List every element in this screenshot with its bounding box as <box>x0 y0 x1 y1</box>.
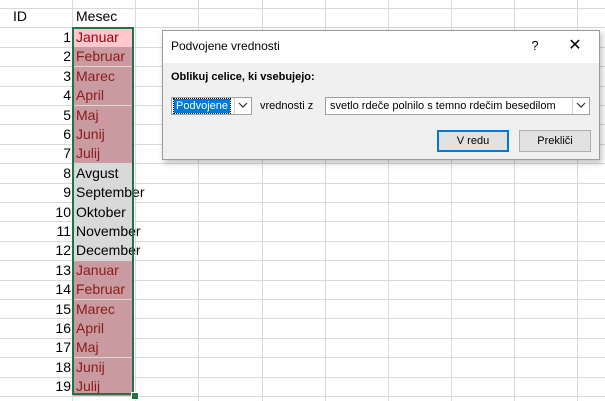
dialog-instruction: Oblikuj celice, ki vsebujejo: <box>171 71 315 83</box>
cell-id[interactable]: 1 <box>0 28 71 47</box>
cell-month[interactable]: Junij <box>73 357 134 377</box>
cell-month[interactable]: December <box>73 241 141 261</box>
format-select-value: svetlo rdeče polnilo s temno rdečim bese… <box>330 100 556 112</box>
cell-month[interactable]: Maj <box>73 338 134 358</box>
table-row: 8 Avgust <box>0 163 605 183</box>
table-row: 10 Oktober <box>0 202 605 222</box>
table-row: 18 Junij <box>0 357 605 377</box>
cell-month[interactable]: April <box>73 86 134 106</box>
cell-id[interactable]: 18 <box>0 358 71 377</box>
cell-id[interactable]: 10 <box>0 203 71 222</box>
chevron-down-icon[interactable] <box>234 98 251 114</box>
table-row: 13 Januar <box>0 260 605 280</box>
cell-id[interactable]: 3 <box>0 67 71 86</box>
cancel-button[interactable]: Prekliči <box>519 130 591 152</box>
cell-month[interactable]: September <box>73 183 144 203</box>
cell-id[interactable]: 6 <box>0 125 71 144</box>
cell-id[interactable]: 8 <box>0 164 71 183</box>
table-row: 19 Julij <box>0 377 605 397</box>
cell-id[interactable]: 4 <box>0 86 71 105</box>
cell-id[interactable]: 11 <box>0 222 71 241</box>
cell-id[interactable]: 15 <box>0 300 71 319</box>
cell-month[interactable]: Februar <box>73 280 134 300</box>
cell-month[interactable]: Januar <box>73 28 134 47</box>
cell-month[interactable]: Junij <box>73 125 134 144</box>
cell-id[interactable]: 9 <box>0 183 71 202</box>
cell-month[interactable]: Julij <box>73 377 134 397</box>
table-row: 14 Februar <box>0 280 605 300</box>
header-mesec[interactable]: Mesec <box>76 8 117 24</box>
cell-id[interactable]: 16 <box>0 319 71 338</box>
fill-handle[interactable] <box>131 392 139 400</box>
header-id[interactable]: ID <box>13 8 27 24</box>
cell-month[interactable]: Julij <box>73 144 134 164</box>
cell-month[interactable]: Januar <box>73 260 134 280</box>
duplicate-type-value: Podvojene <box>173 98 231 114</box>
cell-id[interactable]: 7 <box>0 144 71 163</box>
dialog-titlebar[interactable]: Podvojene vrednosti ? ✕ <box>163 31 599 63</box>
ok-button[interactable]: V redu <box>437 130 509 152</box>
cell-month[interactable]: Maj <box>73 105 134 125</box>
format-select[interactable]: svetlo rdeče polnilo s temno rdečim bese… <box>325 97 590 115</box>
cell-id[interactable]: 5 <box>0 106 71 125</box>
table-row: 11 November <box>0 222 605 241</box>
cell-id[interactable]: 14 <box>0 280 71 299</box>
cell-id[interactable]: 12 <box>0 241 71 260</box>
cell-id[interactable]: 2 <box>0 47 71 66</box>
table-row: 16 April <box>0 319 605 338</box>
values-with-label: vrednosti z <box>260 100 314 112</box>
table-row: 9 September <box>0 183 605 203</box>
cell-month[interactable]: Oktober <box>73 202 134 222</box>
duplicate-type-select[interactable]: Podvojene <box>171 97 252 115</box>
cell-id[interactable]: 19 <box>0 377 71 396</box>
cell-month[interactable]: Marec <box>73 66 134 86</box>
cell-month[interactable]: April <box>73 319 134 338</box>
chevron-down-icon[interactable] <box>572 98 589 114</box>
table-row: 12 December <box>0 241 605 261</box>
table-row: 15 Marec <box>0 299 605 319</box>
cell-month[interactable]: Marec <box>73 299 134 319</box>
cell-month[interactable]: Avgust <box>73 163 134 183</box>
help-icon[interactable]: ? <box>525 36 545 56</box>
duplicate-values-dialog: Podvojene vrednosti ? ✕ Oblikuj celice, … <box>162 30 600 160</box>
close-icon[interactable]: ✕ <box>563 35 587 57</box>
cell-id[interactable]: 17 <box>0 338 71 357</box>
dialog-title: Podvojene vrednosti <box>171 39 280 53</box>
table-row: 17 Maj <box>0 338 605 358</box>
cell-month[interactable]: Februar <box>73 47 134 67</box>
cell-month[interactable]: November <box>73 222 141 241</box>
cell-id[interactable]: 13 <box>0 261 71 280</box>
